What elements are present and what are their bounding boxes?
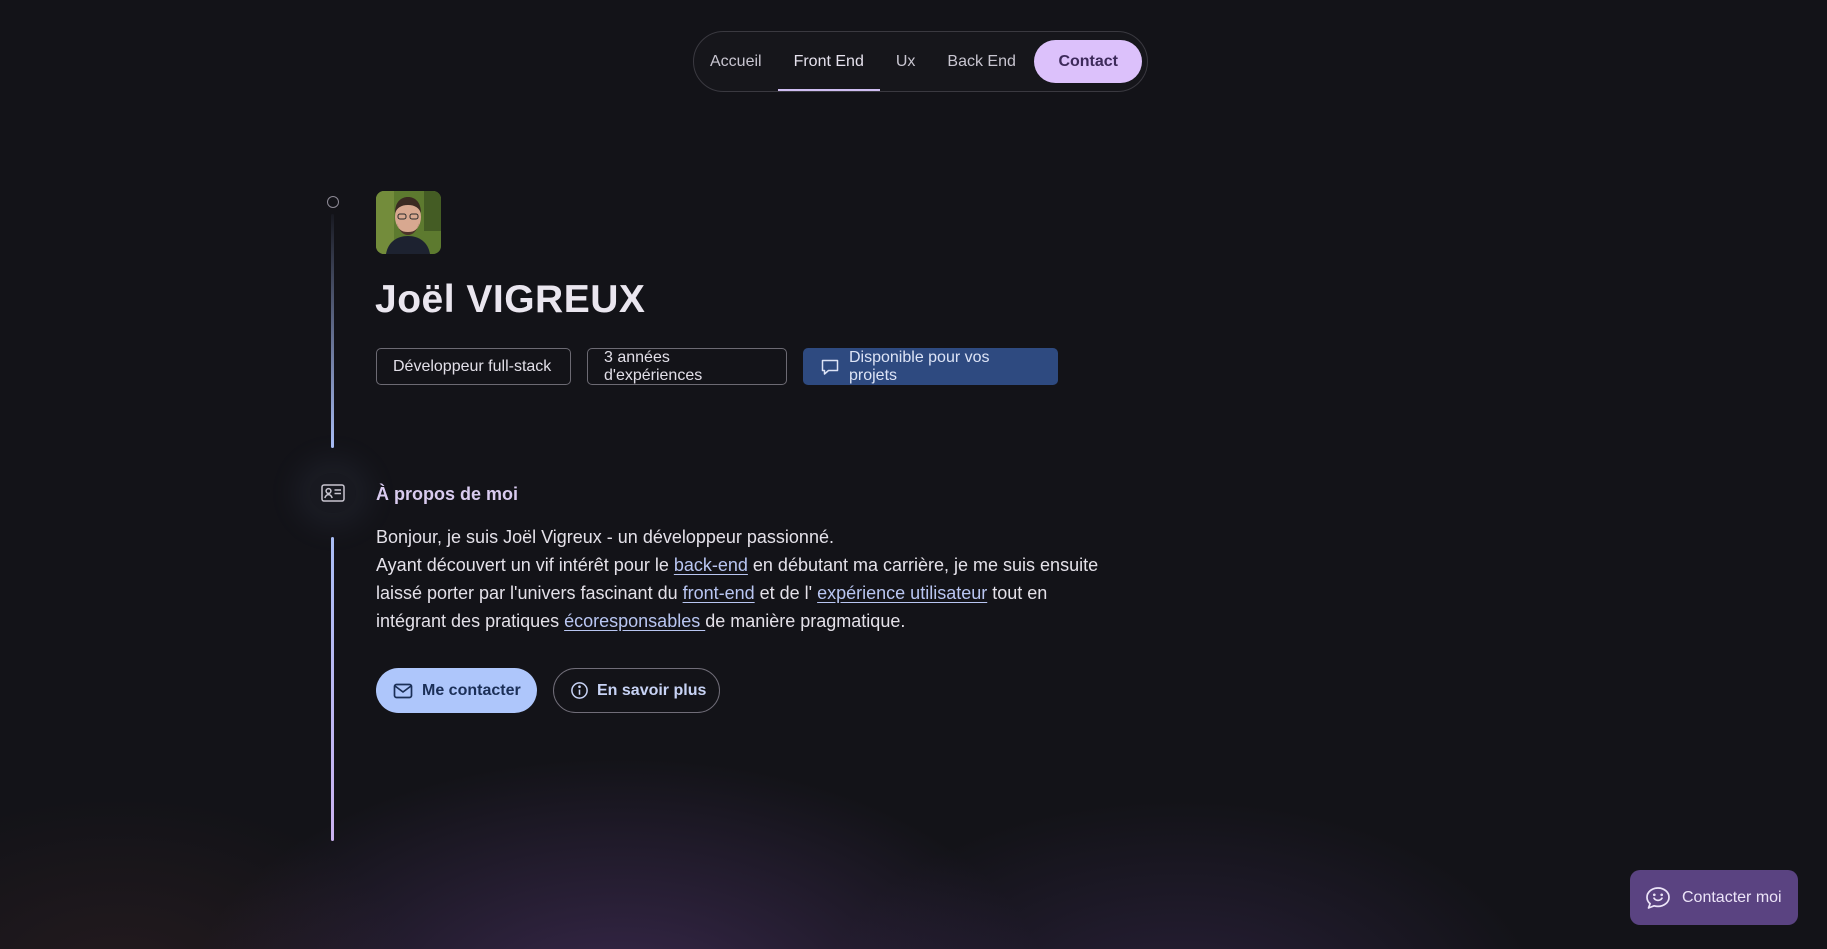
bio-line-1: Bonjour, je suis Joël Vigreux - un dével… (376, 527, 834, 547)
bio-line-4: intégrant des pratiques écoresponsables … (376, 611, 906, 631)
timeline-line-top (331, 214, 334, 448)
id-card-icon (321, 483, 345, 503)
bio-line-2: Ayant découvert un vif intérêt pour le b… (376, 555, 1099, 575)
nav-item-accueil[interactable]: Accueil (694, 32, 778, 91)
profile-name: Joël VIGREUX (375, 278, 646, 321)
availability-chip[interactable]: Disponible pour vos projets (803, 348, 1058, 385)
nav-contact-button[interactable]: Contact (1034, 40, 1142, 83)
learn-more-button[interactable]: En savoir plus (553, 668, 720, 713)
ux-link[interactable]: expérience utilisateur (817, 583, 987, 603)
info-icon (570, 681, 589, 700)
timeline-start-dot (327, 196, 339, 208)
floating-contact-label: Contacter moi (1682, 888, 1782, 906)
chat-smile-icon (1644, 885, 1672, 911)
floating-contact-button[interactable]: Contacter moi (1630, 870, 1798, 925)
background-glow (0, 0, 1827, 949)
experience-chip: 3 années d'expériences (587, 348, 787, 385)
timeline-line-bottom (331, 537, 334, 841)
learn-more-label: En savoir plus (597, 681, 707, 699)
nav-item-front-end[interactable]: Front End (777, 32, 881, 91)
top-nav: Accueil Front End Ux Back End Contact (693, 31, 1148, 92)
contact-me-label: Me contacter (422, 681, 521, 699)
back-end-link[interactable]: back-end (674, 555, 748, 575)
bio-line-3: laissé porter par l'univers fascinant du… (376, 583, 1048, 603)
about-title: À propos de moi (376, 484, 519, 504)
ecoresponsable-link[interactable]: écoresponsables (564, 611, 705, 631)
role-chip: Développeur full-stack (376, 348, 571, 385)
avatar (376, 191, 441, 254)
chat-bubble-icon (820, 357, 840, 377)
mail-icon (393, 683, 413, 699)
availability-label: Disponible pour vos projets (849, 348, 990, 384)
contact-me-button[interactable]: Me contacter (376, 668, 537, 713)
nav-item-back-end[interactable]: Back End (931, 32, 1031, 91)
front-end-link[interactable]: front-end (683, 583, 755, 603)
bio-text: Bonjour, je suis Joël Vigreux - un dével… (376, 523, 1156, 635)
timeline-about-marker (310, 473, 356, 513)
nav-item-ux[interactable]: Ux (880, 32, 932, 91)
